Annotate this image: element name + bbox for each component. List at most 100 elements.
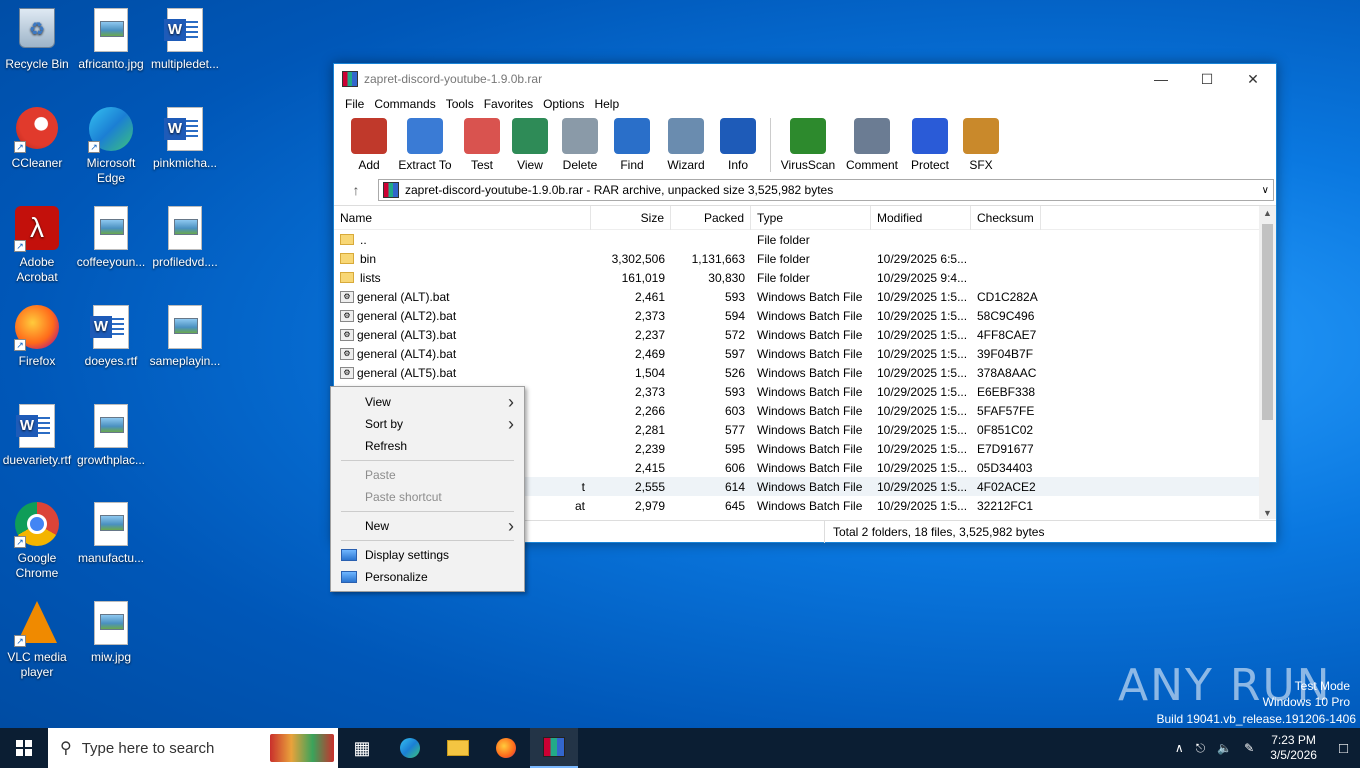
scrollbar-thumb[interactable] — [1262, 224, 1273, 420]
desktop-icon[interactable]: miw.jpg — [74, 599, 148, 665]
minimize-button[interactable]: — — [1138, 64, 1184, 94]
toolbar-virusscan-button[interactable]: VirusScan — [777, 118, 839, 172]
network-icon[interactable]: ⎋ — [1190, 741, 1212, 756]
menu-separator — [341, 511, 514, 512]
maximize-button[interactable]: ☐ — [1184, 64, 1230, 94]
desktop-icon[interactable]: Wduevariety.rtf — [0, 402, 74, 468]
desktop-icon[interactable]: africanto.jpg — [74, 6, 148, 72]
edge-icon[interactable] — [386, 728, 434, 768]
desktop-icon-label: sameplayin... — [149, 354, 221, 368]
context-item-display-settings[interactable]: Display settings — [331, 544, 524, 566]
desktop-icon[interactable]: profiledvd.... — [148, 204, 222, 270]
toolbar-find-button[interactable]: Find — [608, 118, 656, 172]
desktop-icon[interactable]: sameplayin... — [148, 303, 222, 369]
context-item-label: Display settings — [365, 548, 450, 562]
col-type[interactable]: Type — [751, 206, 871, 230]
menu-help[interactable]: Help — [589, 97, 624, 111]
table-row[interactable]: ⚙ general (ALT).bat 2,461 593 Windows Batch … — [334, 287, 1276, 306]
desktop-icon[interactable]: growthplac... — [74, 402, 148, 468]
toolbar-delete-button[interactable]: Delete — [556, 118, 604, 172]
chevron-up-icon[interactable]: ∧ — [1169, 741, 1190, 755]
ime-icon[interactable]: ✎ — [1238, 741, 1260, 755]
toolbar-sfx-button[interactable]: SFX — [959, 118, 1003, 172]
scroll-down-icon[interactable]: ▼ — [1259, 508, 1276, 518]
toolbar-add-button[interactable]: Add — [348, 118, 390, 172]
toolbar-extract-to-button[interactable]: Extract To — [394, 118, 456, 172]
task-view-icon[interactable]: ▦ — [338, 728, 386, 768]
desktop-icon[interactable]: Wpinkmicha... — [148, 105, 222, 171]
context-item-label: Personalize — [365, 570, 428, 584]
toolbar-label: Test — [470, 158, 493, 172]
search-box[interactable]: ⚲ Type here to search — [48, 728, 338, 768]
context-item-sort-by[interactable]: Sort by › — [331, 413, 524, 435]
vertical-scrollbar[interactable]: ▲ ▼ — [1259, 206, 1276, 519]
table-row[interactable]: bin 3,302,506 1,131,663 File folder 10/29/20… — [334, 249, 1276, 268]
desktop-icon[interactable]: ♻ Recycle Bin — [0, 6, 74, 72]
table-row[interactable]: .. File folder — [334, 230, 1276, 249]
volume-icon[interactable]: 🔈 — [1211, 741, 1238, 755]
table-row[interactable]: ⚙ general (ALT5).bat 1,504 526 Windows Batch… — [334, 363, 1276, 382]
batch-file-icon: ⚙ — [340, 328, 354, 341]
context-item-label: Paste — [365, 468, 396, 482]
archive-path-field[interactable]: zapret-discord-youtube-1.9.0b.rar - RAR … — [378, 179, 1274, 201]
menu-file[interactable]: File — [340, 97, 369, 111]
context-item-view[interactable]: View › — [331, 391, 524, 413]
notification-icon[interactable]: □ — [1327, 740, 1360, 757]
desktop-icon[interactable]: ↗ Firefox — [0, 303, 74, 369]
toolbar-view-button[interactable]: View — [508, 118, 552, 172]
toolbar-wizard-button[interactable]: Wizard — [660, 118, 712, 172]
toolbar-protect-button[interactable]: Protect — [905, 118, 955, 172]
toolbar-comment-button[interactable]: Comment — [843, 118, 901, 172]
col-packed[interactable]: Packed — [671, 206, 751, 230]
firefox-icon[interactable] — [482, 728, 530, 768]
desktop-icon[interactable]: ↗ Microsoft Edge — [74, 105, 148, 186]
table-row[interactable]: lists 161,019 30,830 File folder 10/29/2025 … — [334, 268, 1276, 287]
start-button[interactable] — [0, 728, 48, 768]
table-row[interactable]: ⚙ general (ALT2).bat 2,373 594 Windows Batch… — [334, 306, 1276, 325]
col-name[interactable]: Name — [334, 206, 591, 230]
close-button[interactable]: ✕ — [1230, 64, 1276, 94]
menu-options[interactable]: Options — [538, 97, 589, 111]
address-bar: ↑ zapret-discord-youtube-1.9.0b.rar - RA… — [334, 178, 1276, 202]
virus-icon — [790, 118, 826, 154]
batch-file-icon: ⚙ — [340, 290, 354, 303]
search-highlight-icon[interactable] — [270, 734, 334, 762]
table-row[interactable]: ⚙ general (ALT4).bat 2,469 597 Windows Batch… — [334, 344, 1276, 363]
desktop-icon[interactable]: manufactu... — [74, 500, 148, 566]
desktop-icon[interactable]: Wmultipledet... — [148, 6, 222, 72]
cell-crc: E7D91677 — [977, 441, 1034, 456]
context-item-label: New — [365, 519, 390, 533]
file-explorer-icon[interactable] — [434, 728, 482, 768]
up-arrow-icon[interactable]: ↑ — [334, 182, 378, 198]
cell-type: Windows Batch File — [757, 346, 863, 361]
desktop-icon[interactable]: coffeeyoun... — [74, 204, 148, 270]
toolbar-info-button[interactable]: Info — [716, 118, 760, 172]
menu-commands[interactable]: Commands — [369, 97, 440, 111]
desktop-icon[interactable]: ↗ Google Chrome — [0, 500, 74, 581]
col-modified[interactable]: Modified — [871, 206, 971, 230]
context-item-personalize[interactable]: Personalize — [331, 566, 524, 588]
scroll-up-icon[interactable]: ▲ — [1259, 208, 1276, 218]
context-item-new[interactable]: New › — [331, 515, 524, 537]
winrar-taskbar-icon[interactable] — [530, 728, 578, 768]
desktop-icon[interactable]: λ ↗ Adobe Acrobat — [0, 204, 74, 285]
menu-bar: File Commands Tools Favorites Options Help — [334, 94, 1276, 114]
desktop-icon-label: africanto.jpg — [78, 57, 144, 71]
desktop-icon[interactable]: ↗ VLC media player — [0, 599, 74, 680]
desktop-icon[interactable]: ↗ CCleaner — [0, 105, 74, 171]
cell-size: 2,415 — [634, 460, 665, 475]
cell-size: 2,461 — [634, 289, 665, 304]
col-checksum[interactable]: Checksum — [971, 206, 1041, 230]
chevron-down-icon[interactable]: ∨ — [1258, 185, 1273, 196]
menu-favorites[interactable]: Favorites — [479, 97, 538, 111]
cell-size: 1,504 — [634, 365, 665, 380]
toolbar-label: Delete — [562, 158, 598, 172]
desktop-icon[interactable]: Wdoeyes.rtf — [74, 303, 148, 369]
title-bar[interactable]: zapret-discord-youtube-1.9.0b.rar — ☐ ✕ — [334, 64, 1276, 94]
table-row[interactable]: ⚙ general (ALT3).bat 2,237 572 Windows Batch… — [334, 325, 1276, 344]
clock[interactable]: 7:23 PM 3/5/2026 — [1260, 733, 1327, 763]
col-size[interactable]: Size — [591, 206, 671, 230]
context-item-refresh[interactable]: Refresh — [331, 435, 524, 457]
menu-tools[interactable]: Tools — [441, 97, 479, 111]
toolbar-test-button[interactable]: Test — [460, 118, 504, 172]
